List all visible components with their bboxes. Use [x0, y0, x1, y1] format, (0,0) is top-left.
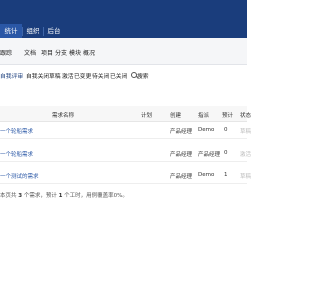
table-header: 需求名称 计划 创建 指派 预计 状态: [0, 106, 251, 122]
column-header-estimate[interactable]: 预计: [222, 111, 233, 119]
filter-changed[interactable]: 已变更: [74, 71, 91, 80]
table-row: 一个测试的需求 产品经理 Demo 1 草稿: [0, 167, 251, 184]
story-status: 草稿: [240, 174, 252, 180]
filter-to-close[interactable]: 待关闭: [92, 71, 109, 80]
story-name-link[interactable]: 一个轮船需求: [0, 150, 33, 158]
table-row: 一个轮船需求 产品经理 Demo 0 草稿: [0, 122, 251, 139]
tab-org[interactable]: 组织: [23, 24, 43, 38]
subnav-branch[interactable]: 分支: [55, 48, 67, 57]
tab-admin[interactable]: 后台: [44, 24, 64, 38]
filter-self-closed[interactable]: 自我关闭: [26, 71, 49, 80]
sub-navbar: 跟踪 文档 项目 分支 模块 概况: [0, 38, 247, 65]
column-header-status[interactable]: 状态: [240, 111, 251, 119]
search-button[interactable]: 搜索: [137, 71, 149, 80]
column-header-assignee[interactable]: 指派: [198, 111, 209, 119]
subnav-track[interactable]: 跟踪: [0, 48, 12, 57]
column-header-name[interactable]: 需求名称: [52, 111, 74, 119]
summary-middle: 个需求，预计: [22, 193, 59, 199]
subnav-project[interactable]: 项目: [41, 48, 53, 57]
summary-suffix: 个工时，用例覆盖率0%。: [62, 193, 128, 199]
story-assignee: 产品经理: [198, 152, 221, 158]
filter-active[interactable]: 激活: [62, 71, 74, 80]
table-row: 一个轮船需求 产品经理 产品经理 0 激活: [0, 145, 251, 162]
story-creator: 产品经理: [170, 152, 193, 158]
filter-draft[interactable]: 草稿: [49, 71, 61, 80]
story-assignee: Demo: [198, 172, 215, 178]
story-status: 草稿: [240, 129, 252, 135]
filter-self-review[interactable]: 自我评审: [0, 71, 23, 80]
story-estimate: 0: [224, 150, 228, 156]
top-navbar: 统计 组织 后台: [0, 0, 247, 38]
story-name-link[interactable]: 一个轮船需求: [0, 127, 33, 135]
story-name-link[interactable]: 一个测试的需求: [0, 172, 39, 180]
tab-stats[interactable]: 统计: [0, 24, 22, 38]
story-creator: 产品经理: [170, 129, 193, 135]
story-assignee: Demo: [198, 127, 215, 133]
summary-prefix: 本页共: [0, 193, 19, 199]
filter-closed[interactable]: 已关闭: [110, 71, 127, 80]
story-status: 激活: [240, 152, 252, 158]
column-header-plan[interactable]: 计划: [141, 111, 152, 119]
story-creator: 产品经理: [170, 174, 193, 180]
subnav-docs[interactable]: 文档: [24, 48, 36, 57]
subnav-module[interactable]: 模块: [69, 48, 81, 57]
table-summary: 本页共 3 个需求，预计 1 个工时，用例覆盖率0%。: [0, 191, 128, 199]
story-estimate: 0: [224, 127, 228, 133]
subnav-overview[interactable]: 概况: [83, 48, 95, 57]
column-header-creator[interactable]: 创建: [170, 111, 181, 119]
story-estimate: 1: [224, 172, 228, 178]
